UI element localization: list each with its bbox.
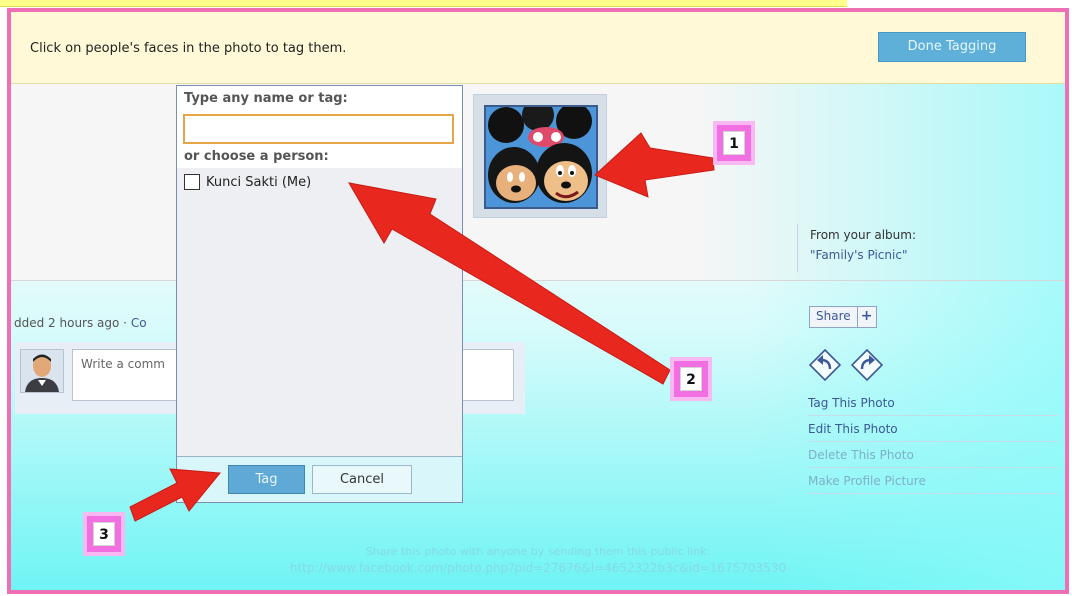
comment-link[interactable]: Co [131, 316, 147, 330]
tag-popup-footer: Tag Cancel [177, 456, 462, 502]
photo-actions-list: Tag This Photo Edit This Photo Delete Th… [808, 390, 1058, 494]
avatar [20, 349, 64, 393]
rotate-controls [808, 348, 884, 382]
share-link-note: Share this photo with anyone by sending … [365, 545, 711, 558]
callout-3: 3 [83, 512, 125, 556]
tag-popup-title: Type any name or tag: [184, 91, 348, 106]
tag-popup-subtitle: or choose a person: [184, 149, 329, 164]
person-checkbox[interactable] [184, 174, 200, 190]
callout-2: 2 [670, 357, 712, 401]
tagging-banner: Click on people's faces in the photo to … [11, 12, 1065, 84]
callout-3-number: 3 [93, 522, 115, 546]
tag-button[interactable]: Tag [228, 465, 305, 494]
photo-image [486, 107, 596, 207]
share-button-label: Share [810, 307, 858, 327]
callout-1-number: 1 [723, 131, 745, 155]
tag-photo-link[interactable]: Tag This Photo [808, 390, 1058, 416]
photo-thumbnail[interactable] [484, 105, 598, 209]
top-highlight-strip [0, 0, 847, 7]
delete-photo-link[interactable]: Delete This Photo [808, 442, 1058, 468]
callout-2-number: 2 [680, 367, 702, 391]
added-timestamp: dded 2 hours ago · Co [14, 316, 147, 330]
share-button[interactable]: Share + [809, 306, 877, 328]
photo-thumbnail-frame[interactable] [473, 94, 607, 218]
rotate-left-icon[interactable] [808, 348, 842, 382]
done-tagging-button[interactable]: Done Tagging [878, 32, 1026, 62]
avatar-image [21, 350, 63, 392]
callout-1: 1 [713, 121, 755, 165]
cancel-button[interactable]: Cancel [312, 465, 412, 494]
tag-name-input[interactable] [183, 114, 454, 144]
person-option[interactable]: Kunci Sakti (Me) [184, 174, 311, 190]
person-name: Kunci Sakti (Me) [206, 174, 312, 190]
added-timestamp-text: dded 2 hours ago · [14, 316, 127, 330]
tag-popup: Type any name or tag: or choose a person… [176, 85, 463, 503]
album-divider [797, 224, 798, 272]
tagging-instruction: Click on people's faces in the photo to … [30, 41, 347, 56]
screenshot-frame: Click on people's faces in the photo to … [7, 8, 1069, 594]
share-link-url[interactable]: http://www.facebook.com/photo.php?pid=27… [11, 561, 1065, 575]
make-profile-picture-link[interactable]: Make Profile Picture [808, 468, 1058, 494]
rotate-right-icon[interactable] [850, 348, 884, 382]
album-label: From your album: [810, 228, 916, 242]
edit-photo-link[interactable]: Edit This Photo [808, 416, 1058, 442]
album-name-link[interactable]: "Family's Picnic" [810, 248, 907, 262]
share-plus-icon[interactable]: + [858, 307, 876, 327]
